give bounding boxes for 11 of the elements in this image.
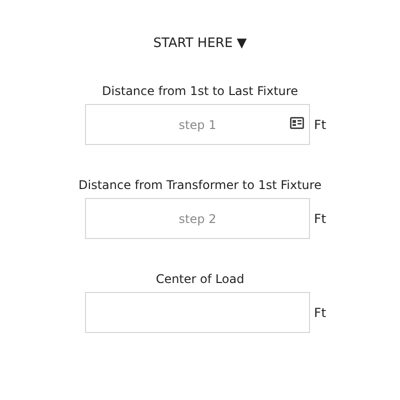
input-field[interactable]: step 1	[85, 104, 310, 145]
field-label: Center of Load	[156, 272, 244, 286]
input-field[interactable]	[85, 292, 310, 333]
unit-label: Ft	[314, 117, 326, 132]
unit-label: Ft	[314, 211, 326, 226]
contact-card-icon[interactable]	[290, 117, 304, 129]
field-label: Distance from Transformer to 1st Fixture	[78, 178, 322, 192]
input-field[interactable]: step 2	[85, 198, 310, 239]
unit-label: Ft	[314, 305, 326, 320]
field-label: Distance from 1st to Last Fixture	[102, 84, 298, 98]
start-here-button[interactable]: START HERE ▼	[153, 36, 247, 51]
